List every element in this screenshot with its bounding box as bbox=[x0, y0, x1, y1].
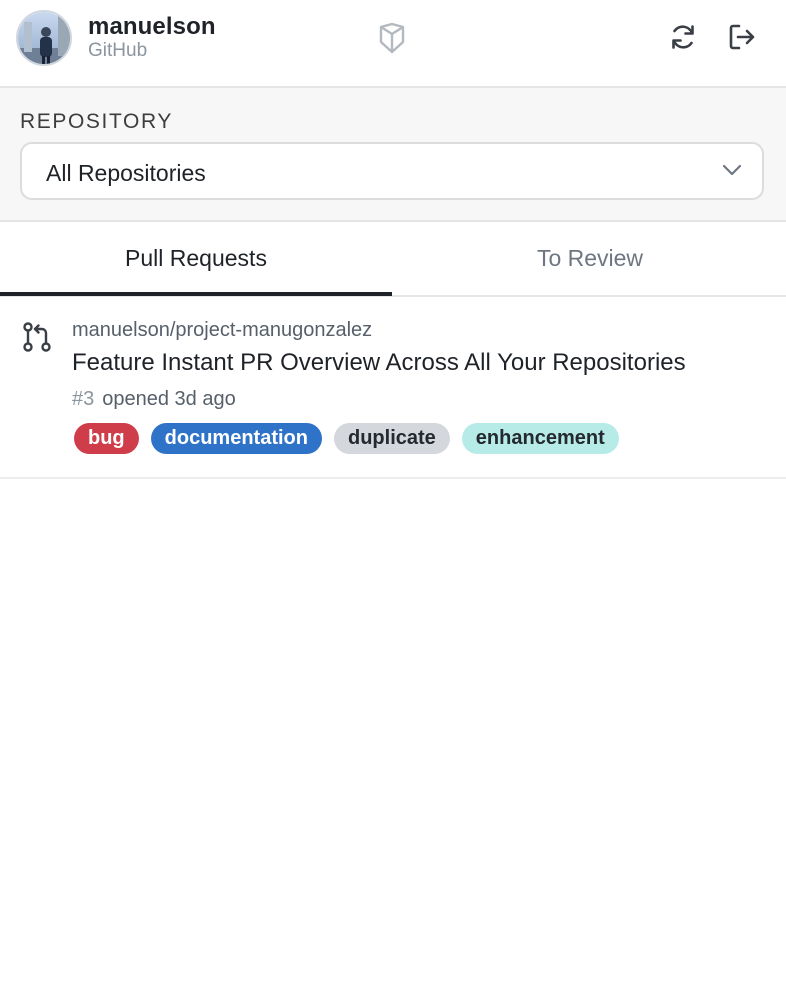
pr-number: #3 bbox=[72, 388, 95, 410]
tab-bar: Pull Requests To Review bbox=[0, 222, 786, 297]
pull-request-item[interactable]: manuelson/project-manugonzalez Feature I… bbox=[0, 297, 786, 479]
repository-select-value: All Repositories bbox=[46, 160, 206, 186]
app-header: manuelson GitHub bbox=[0, 0, 786, 88]
chevron-down-icon bbox=[722, 163, 742, 177]
label-documentation: documentation bbox=[150, 423, 322, 454]
label-enhancement: enhancement bbox=[461, 423, 619, 454]
active-tab-indicator bbox=[0, 292, 392, 296]
user-name: manuelson bbox=[88, 13, 216, 40]
pr-meta: #3 opened 3d ago bbox=[72, 388, 236, 411]
pr-opened-time: opened 3d ago bbox=[102, 388, 236, 410]
label-duplicate: duplicate bbox=[334, 423, 450, 454]
repository-select[interactable]: All Repositories bbox=[20, 142, 764, 200]
pr-title[interactable]: Feature Instant PR Overview Across All Y… bbox=[72, 349, 686, 377]
refresh-icon[interactable] bbox=[666, 20, 700, 54]
tab-to-review[interactable]: To Review bbox=[394, 222, 786, 295]
provider-name: GitHub bbox=[88, 40, 148, 61]
app-logo-icon bbox=[378, 22, 406, 54]
repository-label: REPOSITORY bbox=[20, 110, 173, 133]
pull-request-icon bbox=[22, 321, 52, 353]
user-avatar[interactable] bbox=[16, 10, 72, 66]
pr-labels: bug documentation duplicate enhancement bbox=[74, 423, 619, 454]
tab-pull-requests[interactable]: Pull Requests bbox=[0, 222, 392, 295]
logout-icon[interactable] bbox=[725, 20, 759, 54]
label-bug: bug bbox=[74, 423, 139, 454]
repository-filter: REPOSITORY All Repositories bbox=[0, 88, 786, 222]
pr-repository: manuelson/project-manugonzalez bbox=[72, 319, 373, 341]
